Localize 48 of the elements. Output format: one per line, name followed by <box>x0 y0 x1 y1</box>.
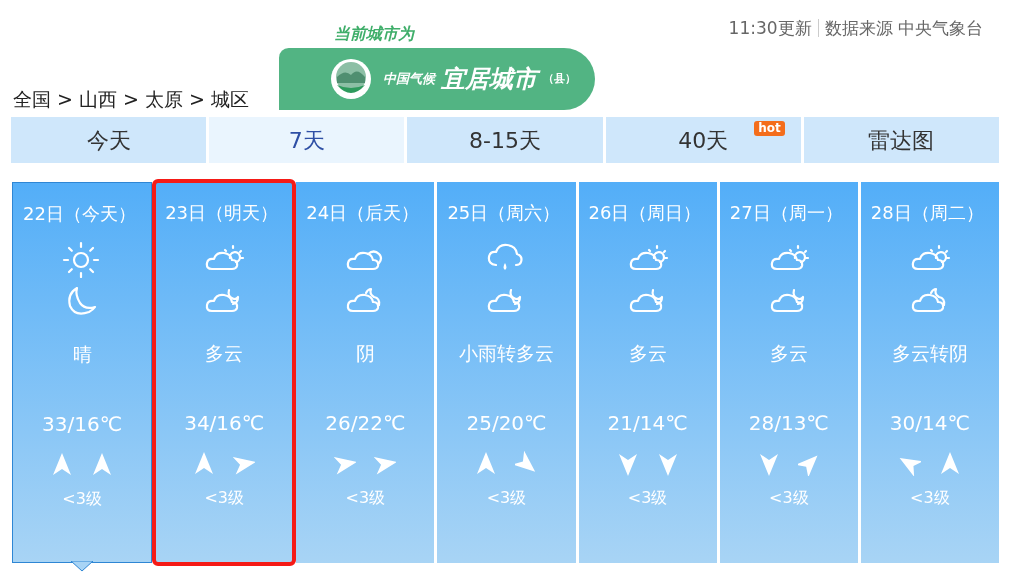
date-label: 26日（周日） <box>588 201 702 225</box>
day-card[interactable]: 23日（明天） 多云 34/16℃ <3级 <box>155 182 294 563</box>
wind-level: <3级 <box>204 486 244 509</box>
weather-text: 多云 <box>769 341 808 366</box>
date-label: 23日（明天） <box>165 201 279 225</box>
temperature: 34/16℃ <box>184 409 265 437</box>
day-card[interactable]: 27日（周一） 多云 28/13℃ <3级 <box>719 182 858 563</box>
date-label: 27日（周一） <box>729 201 843 225</box>
day-card[interactable]: 25日（周六） 小雨转多云 25/20℃ <3级 <box>437 182 576 563</box>
pointer-icon <box>71 561 94 572</box>
wind-level: <3级 <box>627 486 668 509</box>
badge-caption: 当前城市为 <box>334 23 416 45</box>
weather-text: 多云 <box>205 341 244 366</box>
temperature: 33/16℃ <box>42 410 123 438</box>
hot-tag: hot <box>754 121 785 136</box>
update-time: 11:30更新 <box>728 18 812 38</box>
date-label: 28日（周二） <box>870 201 984 225</box>
day-card[interactable]: 28日（周二） 多云转阴 30/14℃ <3级 <box>860 182 999 563</box>
temperature: 28/13℃ <box>748 409 829 437</box>
wind-level: <3级 <box>910 486 950 509</box>
forecast-tab[interactable]: 8-15天 <box>407 117 603 163</box>
temperature: 26/22℃ <box>325 409 406 437</box>
data-source: 数据来源 中央气象台 <box>824 18 983 38</box>
wind-level: <3级 <box>768 486 809 509</box>
wind-level: <3级 <box>345 486 386 509</box>
leaf-logo-icon <box>329 57 373 101</box>
weather-text: 小雨转多云 <box>459 341 554 366</box>
breadcrumb: 全国 > 山西 > 太原 > 城区 <box>13 87 249 112</box>
wind-level: <3级 <box>62 487 102 510</box>
weather-text: 多云 <box>628 341 667 366</box>
temperature: 25/20℃ <box>466 409 547 437</box>
weather-text: 阴 <box>355 341 375 366</box>
date-label: 24日（后天） <box>306 201 420 225</box>
day-card[interactable]: 24日（后天） 阴 26/22℃ <3级 <box>296 182 435 563</box>
badge-prefix: 中国气候 <box>383 70 435 89</box>
wind-level: <3级 <box>486 486 527 509</box>
badge-suffix: （县） <box>543 70 576 87</box>
temperature: 30/14℃ <box>889 409 970 437</box>
date-label: 25日（周六） <box>447 201 561 225</box>
weather-text: 多云转阴 <box>891 341 968 366</box>
forecast-tab[interactable]: 雷达图 <box>803 117 999 163</box>
forecast-tab[interactable]: 今天 <box>11 117 207 163</box>
date-label: 22日（今天） <box>23 202 136 226</box>
day-card[interactable]: 26日（周日） 多云 21/14℃ <3级 <box>578 182 717 563</box>
weather-text: 晴 <box>72 342 92 367</box>
forecast-tab[interactable]: 7天 <box>209 117 405 163</box>
forecast-tab[interactable]: 40天 hot <box>605 117 801 163</box>
temperature: 21/14℃ <box>607 409 688 437</box>
